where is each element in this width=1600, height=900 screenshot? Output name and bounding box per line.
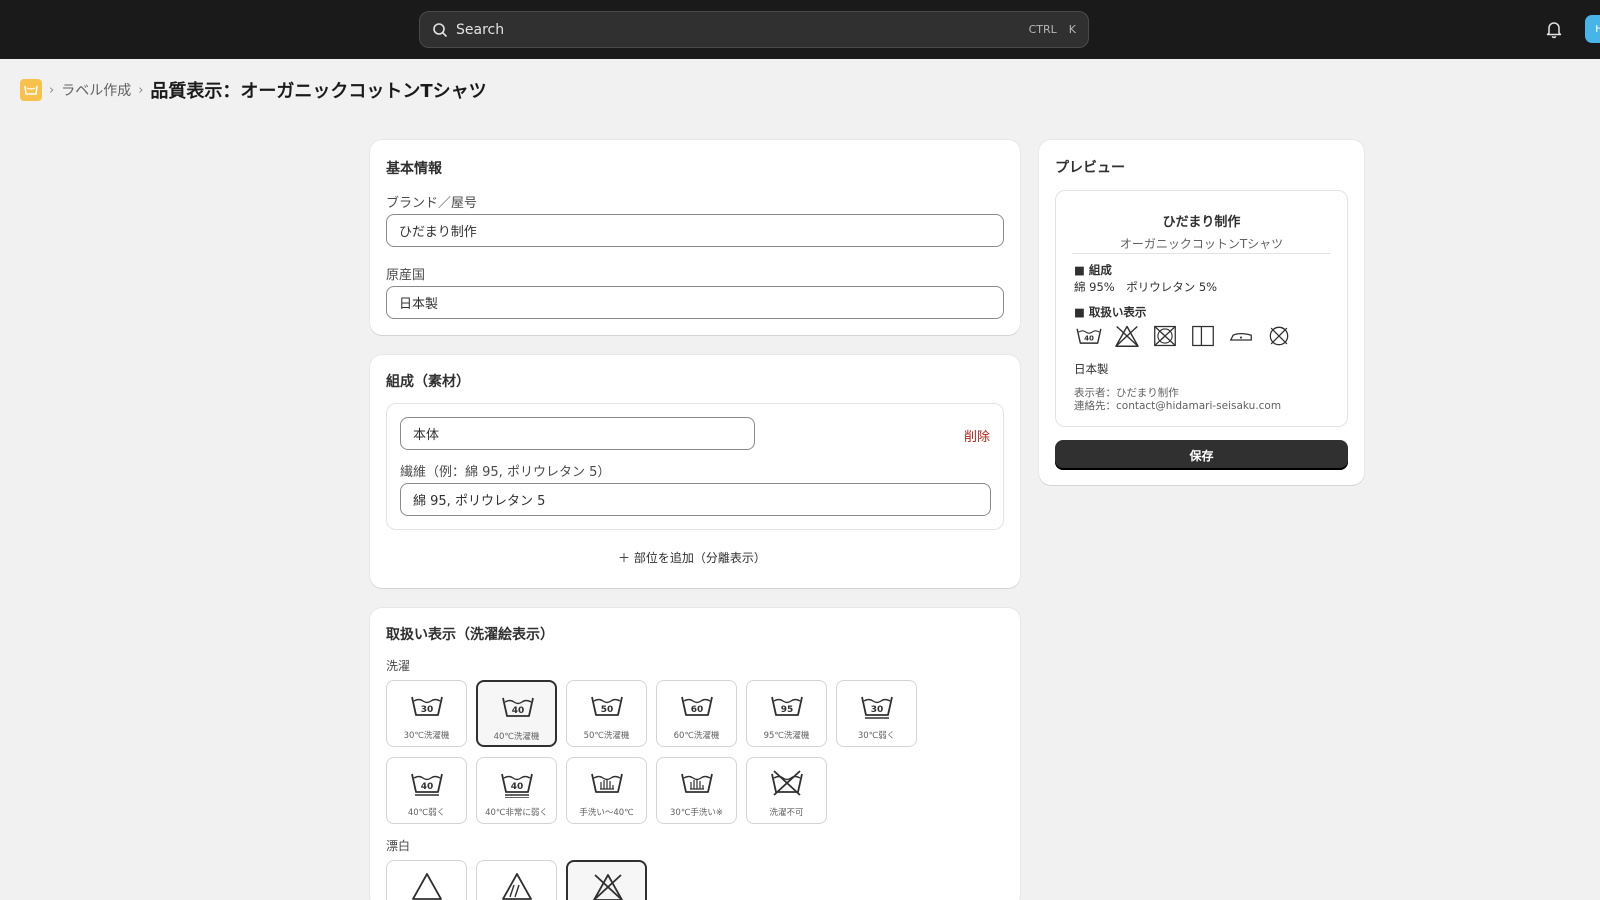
app-icon[interactable] bbox=[20, 79, 42, 101]
no-wash-icon bbox=[771, 770, 803, 796]
wash-option-label: 60℃洗濯機 bbox=[673, 731, 720, 741]
fiber-label: 繊維（例：綿 95, ポリウレタン 5） bbox=[400, 465, 611, 480]
wash-option-tile[interactable]: 30 30℃弱く bbox=[836, 680, 917, 747]
preview-origin: 日本製 bbox=[1074, 362, 1109, 376]
oxygen-bleach-icon bbox=[502, 873, 532, 900]
wash-option-tile[interactable]: 40 40℃弱く bbox=[386, 757, 467, 824]
save-button[interactable]: 保存 bbox=[1055, 440, 1348, 470]
search-bar[interactable]: Search CTRL K bbox=[419, 11, 1089, 48]
wash-option-label: 洗濯不可 bbox=[769, 808, 804, 818]
avatar[interactable]: H bbox=[1585, 15, 1600, 43]
wash-option-tile[interactable]: 50 50℃洗濯機 bbox=[566, 680, 647, 747]
svg-text:40: 40 bbox=[512, 706, 525, 716]
wash-30-icon: 30 bbox=[411, 696, 443, 716]
part-name-field[interactable]: 本体 bbox=[400, 417, 755, 450]
wash-option-tile[interactable]: 30℃手洗い※ bbox=[656, 757, 737, 824]
wash-60-icon: 60 bbox=[681, 696, 713, 716]
bleach-group-label: 漂白 bbox=[386, 839, 411, 853]
chevron-right-icon: › bbox=[138, 82, 144, 98]
origin-field[interactable]: 日本製 bbox=[386, 286, 1004, 319]
chevron-right-icon: › bbox=[49, 82, 55, 98]
bleach-option-tile[interactable] bbox=[566, 860, 647, 900]
wash-option-label: 50℃洗濯機 bbox=[583, 731, 630, 741]
divider bbox=[1072, 253, 1331, 254]
preview-composition-heading: ■ 組成 bbox=[1074, 263, 1112, 277]
bell-icon[interactable] bbox=[1544, 19, 1564, 39]
wash-option-label: 手洗い〜40℃ bbox=[579, 808, 634, 818]
svg-text:95: 95 bbox=[781, 705, 794, 715]
wash-40-gentle-icon: 40 bbox=[411, 773, 443, 796]
hand-wash-30-icon bbox=[681, 773, 713, 793]
bleach-option-tile[interactable] bbox=[386, 860, 467, 900]
wash-option-tile[interactable]: 30 30℃洗濯機 bbox=[386, 680, 467, 747]
no-tumble-dry-icon bbox=[1154, 325, 1176, 347]
wash-option-tile[interactable]: 手洗い〜40℃ bbox=[566, 757, 647, 824]
origin-label: 原産国 bbox=[386, 268, 426, 283]
bleach-allowed-icon bbox=[412, 873, 442, 900]
wash-option-tile[interactable]: 40 40℃非常に弱く bbox=[476, 757, 557, 824]
label-preview: ひだまり制作 オーガニックコットンTシャツ ■ 組成 綿 95% ポリウレタン … bbox=[1055, 190, 1348, 427]
top-bar: Search CTRL K H bbox=[0, 0, 1600, 59]
wash-30-gentle-icon: 30 bbox=[861, 696, 893, 719]
wash-95-icon: 95 bbox=[771, 696, 803, 716]
add-part-button[interactable]: ＋ 部位を追加（分離表示） bbox=[618, 549, 766, 566]
hand-wash-40-icon bbox=[591, 773, 623, 793]
brand-label: ブランド／屋号 bbox=[386, 196, 478, 211]
wash-option-tile[interactable]: 60 60℃洗濯機 bbox=[656, 680, 737, 747]
svg-text:30: 30 bbox=[421, 705, 434, 715]
wash-option-label: 30℃弱く bbox=[857, 731, 896, 741]
svg-text:50: 50 bbox=[601, 705, 614, 715]
preview-contact: 連絡先：contact@hidamari-seisaku.com bbox=[1074, 400, 1282, 412]
card-title: 基本情報 bbox=[386, 161, 442, 177]
search-placeholder: Search bbox=[456, 21, 505, 38]
wash-40-icon: 40 bbox=[1076, 328, 1102, 344]
wash-40-very-gentle-icon: 40 bbox=[501, 773, 533, 798]
line-dry-icon bbox=[1192, 325, 1214, 347]
page-title: 品質表示：オーガニックコットンTシャツ bbox=[150, 81, 487, 102]
wash-option-label: 40℃洗濯機 bbox=[493, 732, 540, 742]
shortcut-ctrl: CTRL bbox=[1028, 23, 1057, 36]
part-block: 本体 削除 繊維（例：綿 95, ポリウレタン 5） 綿 95, ポリウレタン … bbox=[386, 403, 1004, 530]
preview-title: プレビュー bbox=[1055, 160, 1125, 176]
svg-text:30: 30 bbox=[871, 705, 884, 715]
preview-care-heading: ■ 取扱い表示 bbox=[1074, 305, 1147, 319]
svg-text:40: 40 bbox=[1084, 334, 1094, 343]
wash-option-label: 30℃手洗い※ bbox=[670, 808, 723, 818]
wash-40-icon: 40 bbox=[502, 697, 534, 717]
svg-text:60: 60 bbox=[691, 705, 704, 715]
wash-option-label: 40℃非常に弱く bbox=[485, 808, 548, 818]
wash-option-label: 30℃洗濯機 bbox=[403, 731, 450, 741]
preview-product: オーガニックコットンTシャツ bbox=[1119, 237, 1284, 251]
wash-option-tile[interactable]: 洗濯不可 bbox=[746, 757, 827, 824]
brand-field[interactable]: ひだまり制作 bbox=[386, 214, 1004, 247]
fiber-field[interactable]: 綿 95, ポリウレタン 5 bbox=[400, 483, 991, 516]
svg-text:40: 40 bbox=[511, 782, 524, 792]
delete-part-button[interactable]: 削除 bbox=[964, 426, 990, 445]
wash-group-label: 洗濯 bbox=[386, 659, 411, 673]
care-card: 取扱い表示（洗濯絵表示） 洗濯 30 30℃洗濯機 40 40℃洗濯機 50 50℃洗濯機… bbox=[370, 608, 1020, 900]
card-title: 取扱い表示（洗濯絵表示） bbox=[386, 627, 554, 643]
wash-50-icon: 50 bbox=[591, 696, 623, 716]
wash-option-label: 40℃弱く bbox=[407, 808, 446, 818]
shortcut-key: K bbox=[1068, 23, 1076, 36]
card-title: 組成（素材） bbox=[386, 374, 470, 390]
bleach-option-tile[interactable] bbox=[476, 860, 557, 900]
wash-option-tile[interactable]: 40 40℃洗濯機 bbox=[476, 680, 557, 747]
wash-option-tile[interactable]: 95 95℃洗濯機 bbox=[746, 680, 827, 747]
no-bleach-icon bbox=[593, 874, 623, 900]
composition-card: 組成（素材） 本体 削除 繊維（例：綿 95, ポリウレタン 5） 綿 95, … bbox=[370, 355, 1020, 588]
preview-composition-text: 綿 95% ポリウレタン 5% bbox=[1074, 280, 1218, 294]
no-bleach-icon bbox=[1115, 325, 1139, 347]
breadcrumb-parent[interactable]: ラベル作成 bbox=[61, 80, 131, 100]
breadcrumb: › ラベル作成 › 品質表示：オーガニックコットンTシャツ bbox=[20, 78, 487, 102]
wash-option-label: 95℃洗濯機 bbox=[763, 731, 810, 741]
no-dry-clean-icon bbox=[1269, 326, 1289, 346]
iron-low-icon bbox=[1229, 333, 1252, 341]
preview-brand: ひだまり制作 bbox=[1162, 215, 1241, 230]
basic-info-card: 基本情報 ブランド／屋号 ひだまり制作 原産国 日本製 bbox=[370, 140, 1020, 335]
svg-text:40: 40 bbox=[421, 782, 434, 792]
search-icon bbox=[433, 22, 447, 37]
